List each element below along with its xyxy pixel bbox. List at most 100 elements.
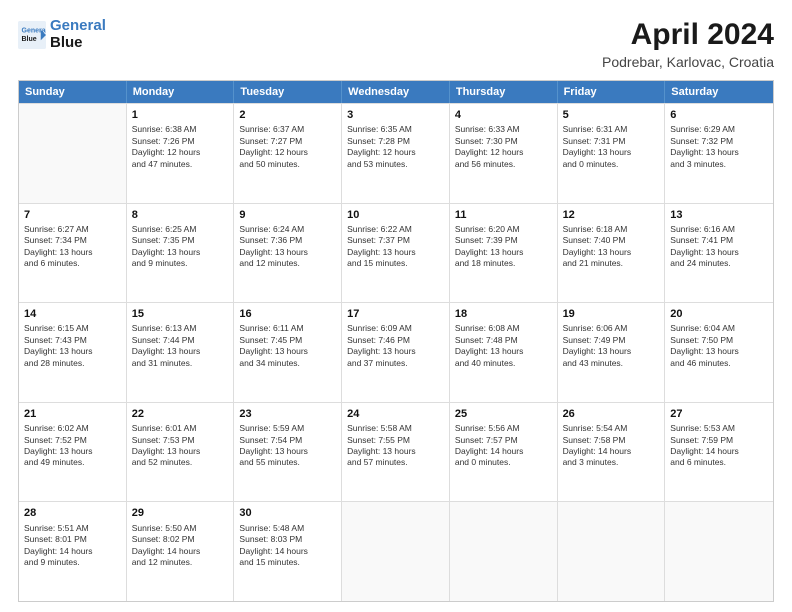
day-info: Sunrise: 6:01 AM Sunset: 7:53 PM Dayligh… <box>132 423 229 469</box>
calendar-cell: 17 Sunrise: 6:09 AM Sunset: 7:46 PM Dayli… <box>342 303 450 402</box>
day-number: 10 <box>347 208 444 222</box>
day-info: Sunrise: 6:13 AM Sunset: 7:44 PM Dayligh… <box>132 323 229 369</box>
day-info: Sunrise: 5:51 AM Sunset: 8:01 PM Dayligh… <box>24 523 121 569</box>
calendar-cell: 28 Sunrise: 5:51 AM Sunset: 8:01 PM Dayli… <box>19 502 127 601</box>
day-info: Sunrise: 6:27 AM Sunset: 7:34 PM Dayligh… <box>24 224 121 270</box>
calendar-header: SundayMondayTuesdayWednesdayThursdayFrid… <box>19 81 773 103</box>
day-number: 27 <box>670 407 768 421</box>
title-block: April 2024 Podrebar, Karlovac, Croatia <box>602 18 774 70</box>
calendar-header-cell: Thursday <box>450 81 558 103</box>
calendar-body: 1 Sunrise: 6:38 AM Sunset: 7:26 PM Daylig… <box>19 103 773 601</box>
logo-line1: General <box>50 17 106 34</box>
day-number: 24 <box>347 407 444 421</box>
calendar-cell: 20Sunrise: 6:04 AM Sunset: 7:50 PM Dayli… <box>665 303 773 402</box>
day-info: Sunrise: 6:20 AM Sunset: 7:39 PM Dayligh… <box>455 224 552 270</box>
day-info: Sunrise: 6:09 AM Sunset: 7:46 PM Dayligh… <box>347 323 444 369</box>
calendar-cell: 3Sunrise: 6:35 AM Sunset: 7:28 PM Daylig… <box>342 104 450 203</box>
svg-text:Blue: Blue <box>22 36 37 43</box>
header: General Blue General Blue April 2024 Pod… <box>18 18 774 70</box>
calendar-cell: 22 Sunrise: 6:01 AM Sunset: 7:53 PM Dayli… <box>127 403 235 502</box>
day-number: 8 <box>132 208 229 222</box>
main-title: April 2024 <box>602 18 774 52</box>
day-info: Sunrise: 5:56 AM Sunset: 7:57 PM Dayligh… <box>455 423 552 469</box>
day-number: 17 <box>347 307 444 321</box>
day-number: 18 <box>455 307 552 321</box>
calendar-cell: 12Sunrise: 6:18 AM Sunset: 7:40 PM Dayli… <box>558 204 666 303</box>
calendar-cell: 2 Sunrise: 6:37 AM Sunset: 7:27 PM Daylig… <box>234 104 342 203</box>
calendar-cell <box>19 104 127 203</box>
day-info: Sunrise: 6:15 AM Sunset: 7:43 PM Dayligh… <box>24 323 121 369</box>
calendar-cell: 9 Sunrise: 6:24 AM Sunset: 7:36 PM Daylig… <box>234 204 342 303</box>
calendar-cell: 14 Sunrise: 6:15 AM Sunset: 7:43 PM Dayli… <box>19 303 127 402</box>
day-number: 6 <box>670 108 768 122</box>
calendar-header-cell: Monday <box>127 81 235 103</box>
day-info: Sunrise: 6:16 AM Sunset: 7:41 PM Dayligh… <box>670 224 768 270</box>
calendar-cell <box>450 502 558 601</box>
calendar-header-cell: Saturday <box>665 81 773 103</box>
day-info: Sunrise: 5:53 AM Sunset: 7:59 PM Dayligh… <box>670 423 768 469</box>
calendar-row: 7 Sunrise: 6:27 AM Sunset: 7:34 PM Daylig… <box>19 203 773 303</box>
calendar-cell: 6 Sunrise: 6:29 AM Sunset: 7:32 PM Daylig… <box>665 104 773 203</box>
calendar-cell: 27 Sunrise: 5:53 AM Sunset: 7:59 PM Dayli… <box>665 403 773 502</box>
day-number: 14 <box>24 307 121 321</box>
day-info: Sunrise: 6:31 AM Sunset: 7:31 PM Dayligh… <box>563 124 660 170</box>
calendar-cell: 7 Sunrise: 6:27 AM Sunset: 7:34 PM Daylig… <box>19 204 127 303</box>
logo: General Blue General Blue <box>18 18 106 51</box>
day-info: Sunrise: 6:38 AM Sunset: 7:26 PM Dayligh… <box>132 124 229 170</box>
calendar-cell <box>558 502 666 601</box>
calendar-header-cell: Tuesday <box>234 81 342 103</box>
calendar-header-cell: Wednesday <box>342 81 450 103</box>
page: General Blue General Blue April 2024 Pod… <box>0 0 792 612</box>
day-number: 28 <box>24 506 121 520</box>
calendar-cell: 5 Sunrise: 6:31 AM Sunset: 7:31 PM Daylig… <box>558 104 666 203</box>
day-number: 13 <box>670 208 768 222</box>
logo-line2: Blue <box>50 34 83 51</box>
calendar: SundayMondayTuesdayWednesdayThursdayFrid… <box>18 80 774 602</box>
calendar-cell: 25 Sunrise: 5:56 AM Sunset: 7:57 PM Dayli… <box>450 403 558 502</box>
day-number: 30 <box>239 506 336 520</box>
calendar-cell: 24 Sunrise: 5:58 AM Sunset: 7:55 PM Dayli… <box>342 403 450 502</box>
day-info: Sunrise: 6:33 AM Sunset: 7:30 PM Dayligh… <box>455 124 552 170</box>
day-number: 4 <box>455 108 552 122</box>
day-number: 9 <box>239 208 336 222</box>
day-info: Sunrise: 6:35 AM Sunset: 7:28 PM Dayligh… <box>347 124 444 170</box>
day-info: Sunrise: 6:08 AM Sunset: 7:48 PM Dayligh… <box>455 323 552 369</box>
calendar-cell: 13 Sunrise: 6:16 AM Sunset: 7:41 PM Dayli… <box>665 204 773 303</box>
day-number: 19 <box>563 307 660 321</box>
day-info: Sunrise: 6:29 AM Sunset: 7:32 PM Dayligh… <box>670 124 768 170</box>
calendar-cell: 18 Sunrise: 6:08 AM Sunset: 7:48 PM Dayli… <box>450 303 558 402</box>
day-number: 16 <box>239 307 336 321</box>
calendar-cell: 16Sunrise: 6:11 AM Sunset: 7:45 PM Dayli… <box>234 303 342 402</box>
calendar-cell: 8Sunrise: 6:25 AM Sunset: 7:35 PM Daylig… <box>127 204 235 303</box>
day-number: 25 <box>455 407 552 421</box>
calendar-cell <box>665 502 773 601</box>
day-info: Sunrise: 6:37 AM Sunset: 7:27 PM Dayligh… <box>239 124 336 170</box>
calendar-cell <box>342 502 450 601</box>
day-number: 1 <box>132 108 229 122</box>
calendar-cell: 1 Sunrise: 6:38 AM Sunset: 7:26 PM Daylig… <box>127 104 235 203</box>
day-number: 12 <box>563 208 660 222</box>
calendar-cell: 19Sunrise: 6:06 AM Sunset: 7:49 PM Dayli… <box>558 303 666 402</box>
day-info: Sunrise: 5:48 AM Sunset: 8:03 PM Dayligh… <box>239 523 336 569</box>
day-info: Sunrise: 5:54 AM Sunset: 7:58 PM Dayligh… <box>563 423 660 469</box>
calendar-header-cell: Friday <box>558 81 666 103</box>
day-info: Sunrise: 5:58 AM Sunset: 7:55 PM Dayligh… <box>347 423 444 469</box>
calendar-row: 28 Sunrise: 5:51 AM Sunset: 8:01 PM Dayli… <box>19 501 773 601</box>
day-info: Sunrise: 5:59 AM Sunset: 7:54 PM Dayligh… <box>239 423 336 469</box>
logo-icon: General Blue <box>18 21 46 49</box>
day-number: 7 <box>24 208 121 222</box>
calendar-row: 21Sunrise: 6:02 AM Sunset: 7:52 PM Dayli… <box>19 402 773 502</box>
day-number: 2 <box>239 108 336 122</box>
subtitle: Podrebar, Karlovac, Croatia <box>602 54 774 70</box>
day-number: 29 <box>132 506 229 520</box>
calendar-cell: 23Sunrise: 5:59 AM Sunset: 7:54 PM Dayli… <box>234 403 342 502</box>
day-info: Sunrise: 6:24 AM Sunset: 7:36 PM Dayligh… <box>239 224 336 270</box>
calendar-cell: 15 Sunrise: 6:13 AM Sunset: 7:44 PM Dayli… <box>127 303 235 402</box>
calendar-row: 1 Sunrise: 6:38 AM Sunset: 7:26 PM Daylig… <box>19 103 773 203</box>
calendar-cell: 30 Sunrise: 5:48 AM Sunset: 8:03 PM Dayli… <box>234 502 342 601</box>
day-number: 5 <box>563 108 660 122</box>
day-number: 22 <box>132 407 229 421</box>
day-number: 15 <box>132 307 229 321</box>
day-info: Sunrise: 5:50 AM Sunset: 8:02 PM Dayligh… <box>132 523 229 569</box>
calendar-cell: 4 Sunrise: 6:33 AM Sunset: 7:30 PM Daylig… <box>450 104 558 203</box>
